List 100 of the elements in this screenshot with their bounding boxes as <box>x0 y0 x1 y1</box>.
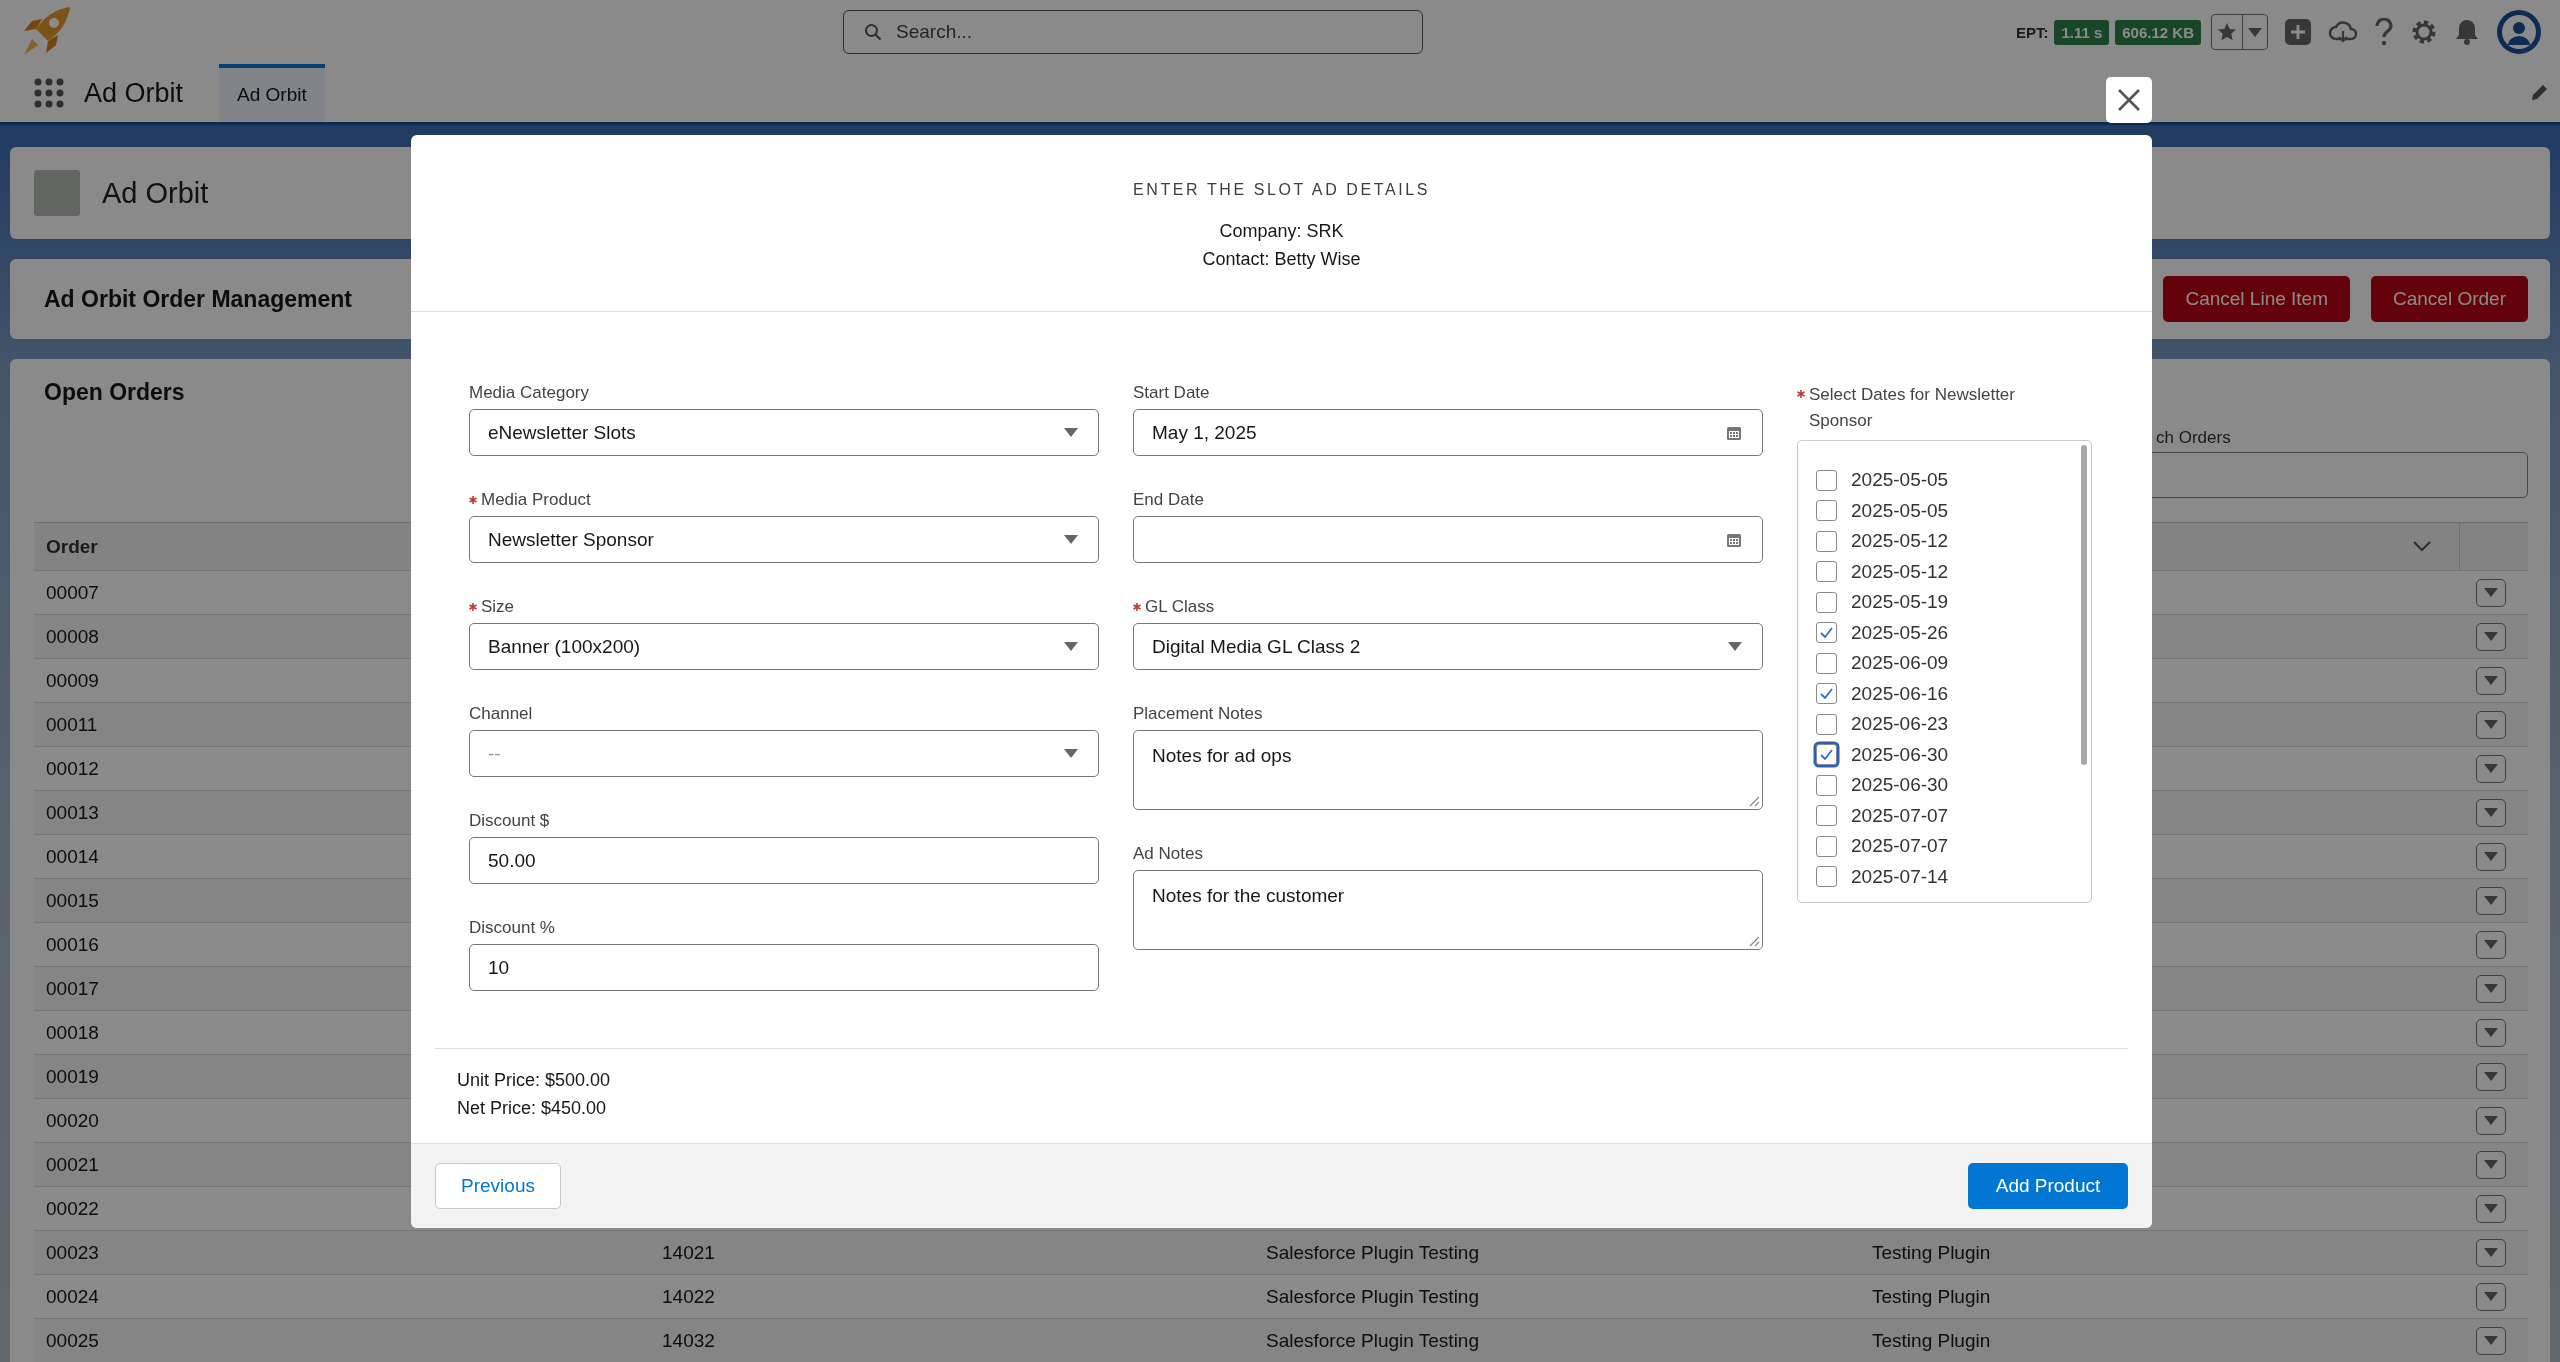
cloud-icon[interactable] <box>2328 19 2358 45</box>
column-header[interactable]: Order <box>46 535 98 557</box>
search-label: ch Orders <box>2156 428 2231 447</box>
contact-text: Contact: Betty Wise <box>1202 249 1361 269</box>
table-cell: Salesforce Plugin Testing <box>1266 1329 1479 1351</box>
checkbox[interactable] <box>1816 530 1837 552</box>
checkbox[interactable] <box>1816 805 1837 827</box>
search-field[interactable]: Search... <box>843 10 1423 54</box>
row-actions-button[interactable] <box>2476 842 2506 871</box>
table-cell: 00019 <box>46 1065 99 1087</box>
date-option-label[interactable]: 2025-05-19 <box>1851 591 1949 614</box>
textarea-field[interactable]: Notes for the customer <box>1133 870 1763 950</box>
date-option-label[interactable]: 2025-07-07 <box>1851 804 1949 827</box>
table-cell: 00024 <box>46 1285 99 1307</box>
section-title: Ad Orbit Order Management <box>44 285 352 313</box>
checkbox[interactable] <box>1816 835 1837 857</box>
date-option-label[interactable]: 2025-05-26 <box>1851 621 1949 644</box>
date-option-label[interactable]: 2025-07-14 <box>1851 865 1949 888</box>
cancel-button[interactable]: Cancel Order <box>2371 276 2528 322</box>
row-actions-button[interactable] <box>2476 578 2506 607</box>
date-option-label[interactable]: 2025-06-30 <box>1851 743 1949 766</box>
row-actions-button[interactable] <box>2476 1194 2506 1223</box>
input-field[interactable]: 10 <box>469 944 1099 991</box>
chevron-down-icon[interactable] <box>2413 541 2431 552</box>
row-actions-button[interactable] <box>2476 798 2506 827</box>
checkbox[interactable] <box>1816 469 1837 491</box>
notifications-bell-icon[interactable] <box>2454 18 2480 46</box>
checkbox[interactable] <box>1816 591 1837 613</box>
row-actions-button[interactable] <box>2476 1326 2506 1355</box>
caret-down-icon <box>2484 632 2498 641</box>
row-actions-button[interactable] <box>2476 1062 2506 1091</box>
favorites-button[interactable] <box>2211 14 2268 50</box>
app-icon <box>34 170 80 216</box>
close-icon <box>2117 88 2141 112</box>
field-label: Channel <box>469 703 533 725</box>
row-actions-button[interactable] <box>2476 710 2506 739</box>
field-label: Media Product <box>481 489 591 511</box>
cancel-button[interactable]: Cancel Line Item <box>2163 276 2350 322</box>
select-field[interactable]: Banner (100x200) <box>469 623 1099 670</box>
caret-down-icon <box>2484 1248 2498 1257</box>
scrollbar-thumb[interactable] <box>2081 445 2087 765</box>
table-cell: 00020 <box>46 1109 99 1131</box>
checkbox[interactable] <box>1816 744 1837 766</box>
search-icon <box>864 23 882 41</box>
settings-icon[interactable] <box>2410 18 2438 46</box>
row-actions-button[interactable] <box>2476 930 2506 959</box>
date-option-label[interactable]: 2025-06-30 <box>1851 774 1949 797</box>
caret-down-icon <box>2484 1160 2498 1169</box>
select-field[interactable]: Digital Media GL Class 2 <box>1133 623 1763 670</box>
plus-icon[interactable] <box>2284 18 2312 46</box>
row-actions-button[interactable] <box>2476 1106 2506 1135</box>
star-icon <box>2217 22 2237 42</box>
avatar-icon[interactable] <box>2496 9 2542 55</box>
date-option-label[interactable]: 2025-06-16 <box>1851 682 1949 705</box>
caret-down-icon <box>2484 764 2498 773</box>
help-icon[interactable] <box>2374 18 2394 46</box>
input-field[interactable]: 50.00 <box>469 837 1099 884</box>
checkbox[interactable] <box>1816 866 1837 888</box>
row-actions-button[interactable] <box>2476 666 2506 695</box>
row-actions-button[interactable] <box>2476 886 2506 915</box>
close-button[interactable] <box>2106 77 2152 123</box>
row-actions-button[interactable] <box>2476 974 2506 1003</box>
table-cell: Testing Plugin <box>1872 1285 1991 1307</box>
checkbox[interactable] <box>1816 683 1837 705</box>
checkbox[interactable] <box>1816 652 1837 674</box>
row-actions-button[interactable] <box>2476 1150 2506 1179</box>
app-launcher-icon[interactable] <box>34 78 64 108</box>
date-field[interactable] <box>1133 516 1763 563</box>
checkbox[interactable] <box>1816 774 1837 796</box>
add-product-button[interactable]: Add Product <box>1968 1163 2128 1209</box>
checkbox[interactable] <box>1816 500 1837 522</box>
date-option-label[interactable]: 2025-05-05 <box>1851 499 1949 522</box>
date-option-label[interactable]: 2025-07-07 <box>1851 835 1949 858</box>
row-actions-button[interactable] <box>2476 1282 2506 1311</box>
select-field[interactable]: Newsletter Sponsor <box>469 516 1099 563</box>
checkbox[interactable] <box>1816 713 1837 735</box>
required-asterisk-icon <box>1133 603 1141 611</box>
select-field[interactable]: eNewsletter Slots <box>469 409 1099 456</box>
section-title: Open Orders <box>44 379 185 405</box>
date-option-label[interactable]: 2025-06-09 <box>1851 652 1949 675</box>
row-actions-button[interactable] <box>2476 1018 2506 1047</box>
date-option-label[interactable]: 2025-05-05 <box>1851 469 1949 492</box>
row-actions-button[interactable] <box>2476 1238 2506 1267</box>
pencil-icon[interactable] <box>2530 84 2548 102</box>
checkbox[interactable] <box>1816 561 1837 583</box>
caret-down-icon <box>1064 749 1078 758</box>
row-actions-button[interactable] <box>2476 754 2506 783</box>
textarea-field[interactable]: Notes for ad ops <box>1133 730 1763 810</box>
previous-button[interactable]: Previous <box>435 1163 561 1209</box>
caret-down-icon <box>2484 676 2498 685</box>
date-option-label[interactable]: 2025-05-12 <box>1851 530 1949 553</box>
date-option-label[interactable]: 2025-05-12 <box>1851 560 1949 583</box>
row-actions-button[interactable] <box>2476 622 2506 651</box>
date-field[interactable]: May 1, 2025 <box>1133 409 1763 456</box>
date-option-label[interactable]: 2025-06-23 <box>1851 713 1949 736</box>
table-cell: 00021 <box>46 1153 99 1175</box>
checkbox[interactable] <box>1816 622 1837 644</box>
nav-tab[interactable]: Ad Orbit <box>219 64 325 122</box>
field-label: Media Category <box>469 382 589 404</box>
caret-down-icon <box>2484 808 2498 817</box>
